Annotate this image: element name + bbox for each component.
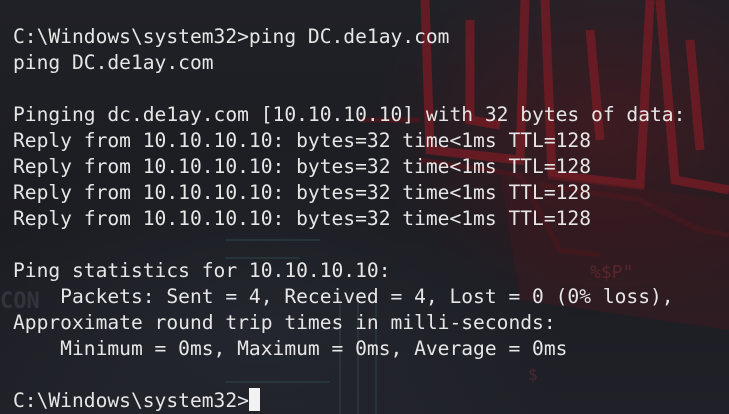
terminal-line: Pinging dc.de1ay.com [10.10.10.10] with … xyxy=(13,103,686,126)
command-prompt: C:\Windows\system32> xyxy=(13,389,249,412)
terminal-line: Reply from 10.10.10.10: bytes=32 time<1m… xyxy=(13,155,592,178)
terminal-line: Approximate round trip times in milli-se… xyxy=(13,311,556,334)
terminal-line: Reply from 10.10.10.10: bytes=32 time<1m… xyxy=(13,207,592,230)
terminal-output: C:\Windows\system32>ping DC.de1ay.com pin… xyxy=(13,24,685,414)
prompt-line[interactable]: C:\Windows\system32> xyxy=(13,388,685,414)
terminal-line: Reply from 10.10.10.10: bytes=32 time<1m… xyxy=(13,129,592,152)
terminal-line: Reply from 10.10.10.10: bytes=32 time<1m… xyxy=(13,181,592,204)
terminal-window[interactable]: CON %$P" $ C:\Windows\system32>ping DC.d… xyxy=(0,0,729,414)
terminal-line: ping DC.de1ay.com xyxy=(13,51,214,74)
terminal-line: Ping statistics for 10.10.10.10: xyxy=(13,259,391,282)
text-cursor[interactable] xyxy=(248,388,260,411)
terminal-line: C:\Windows\system32>ping DC.de1ay.com xyxy=(13,25,450,48)
terminal-line: Minimum = 0ms, Maximum = 0ms, Average = … xyxy=(13,337,568,360)
terminal-line: Packets: Sent = 4, Received = 4, Lost = … xyxy=(13,285,674,308)
